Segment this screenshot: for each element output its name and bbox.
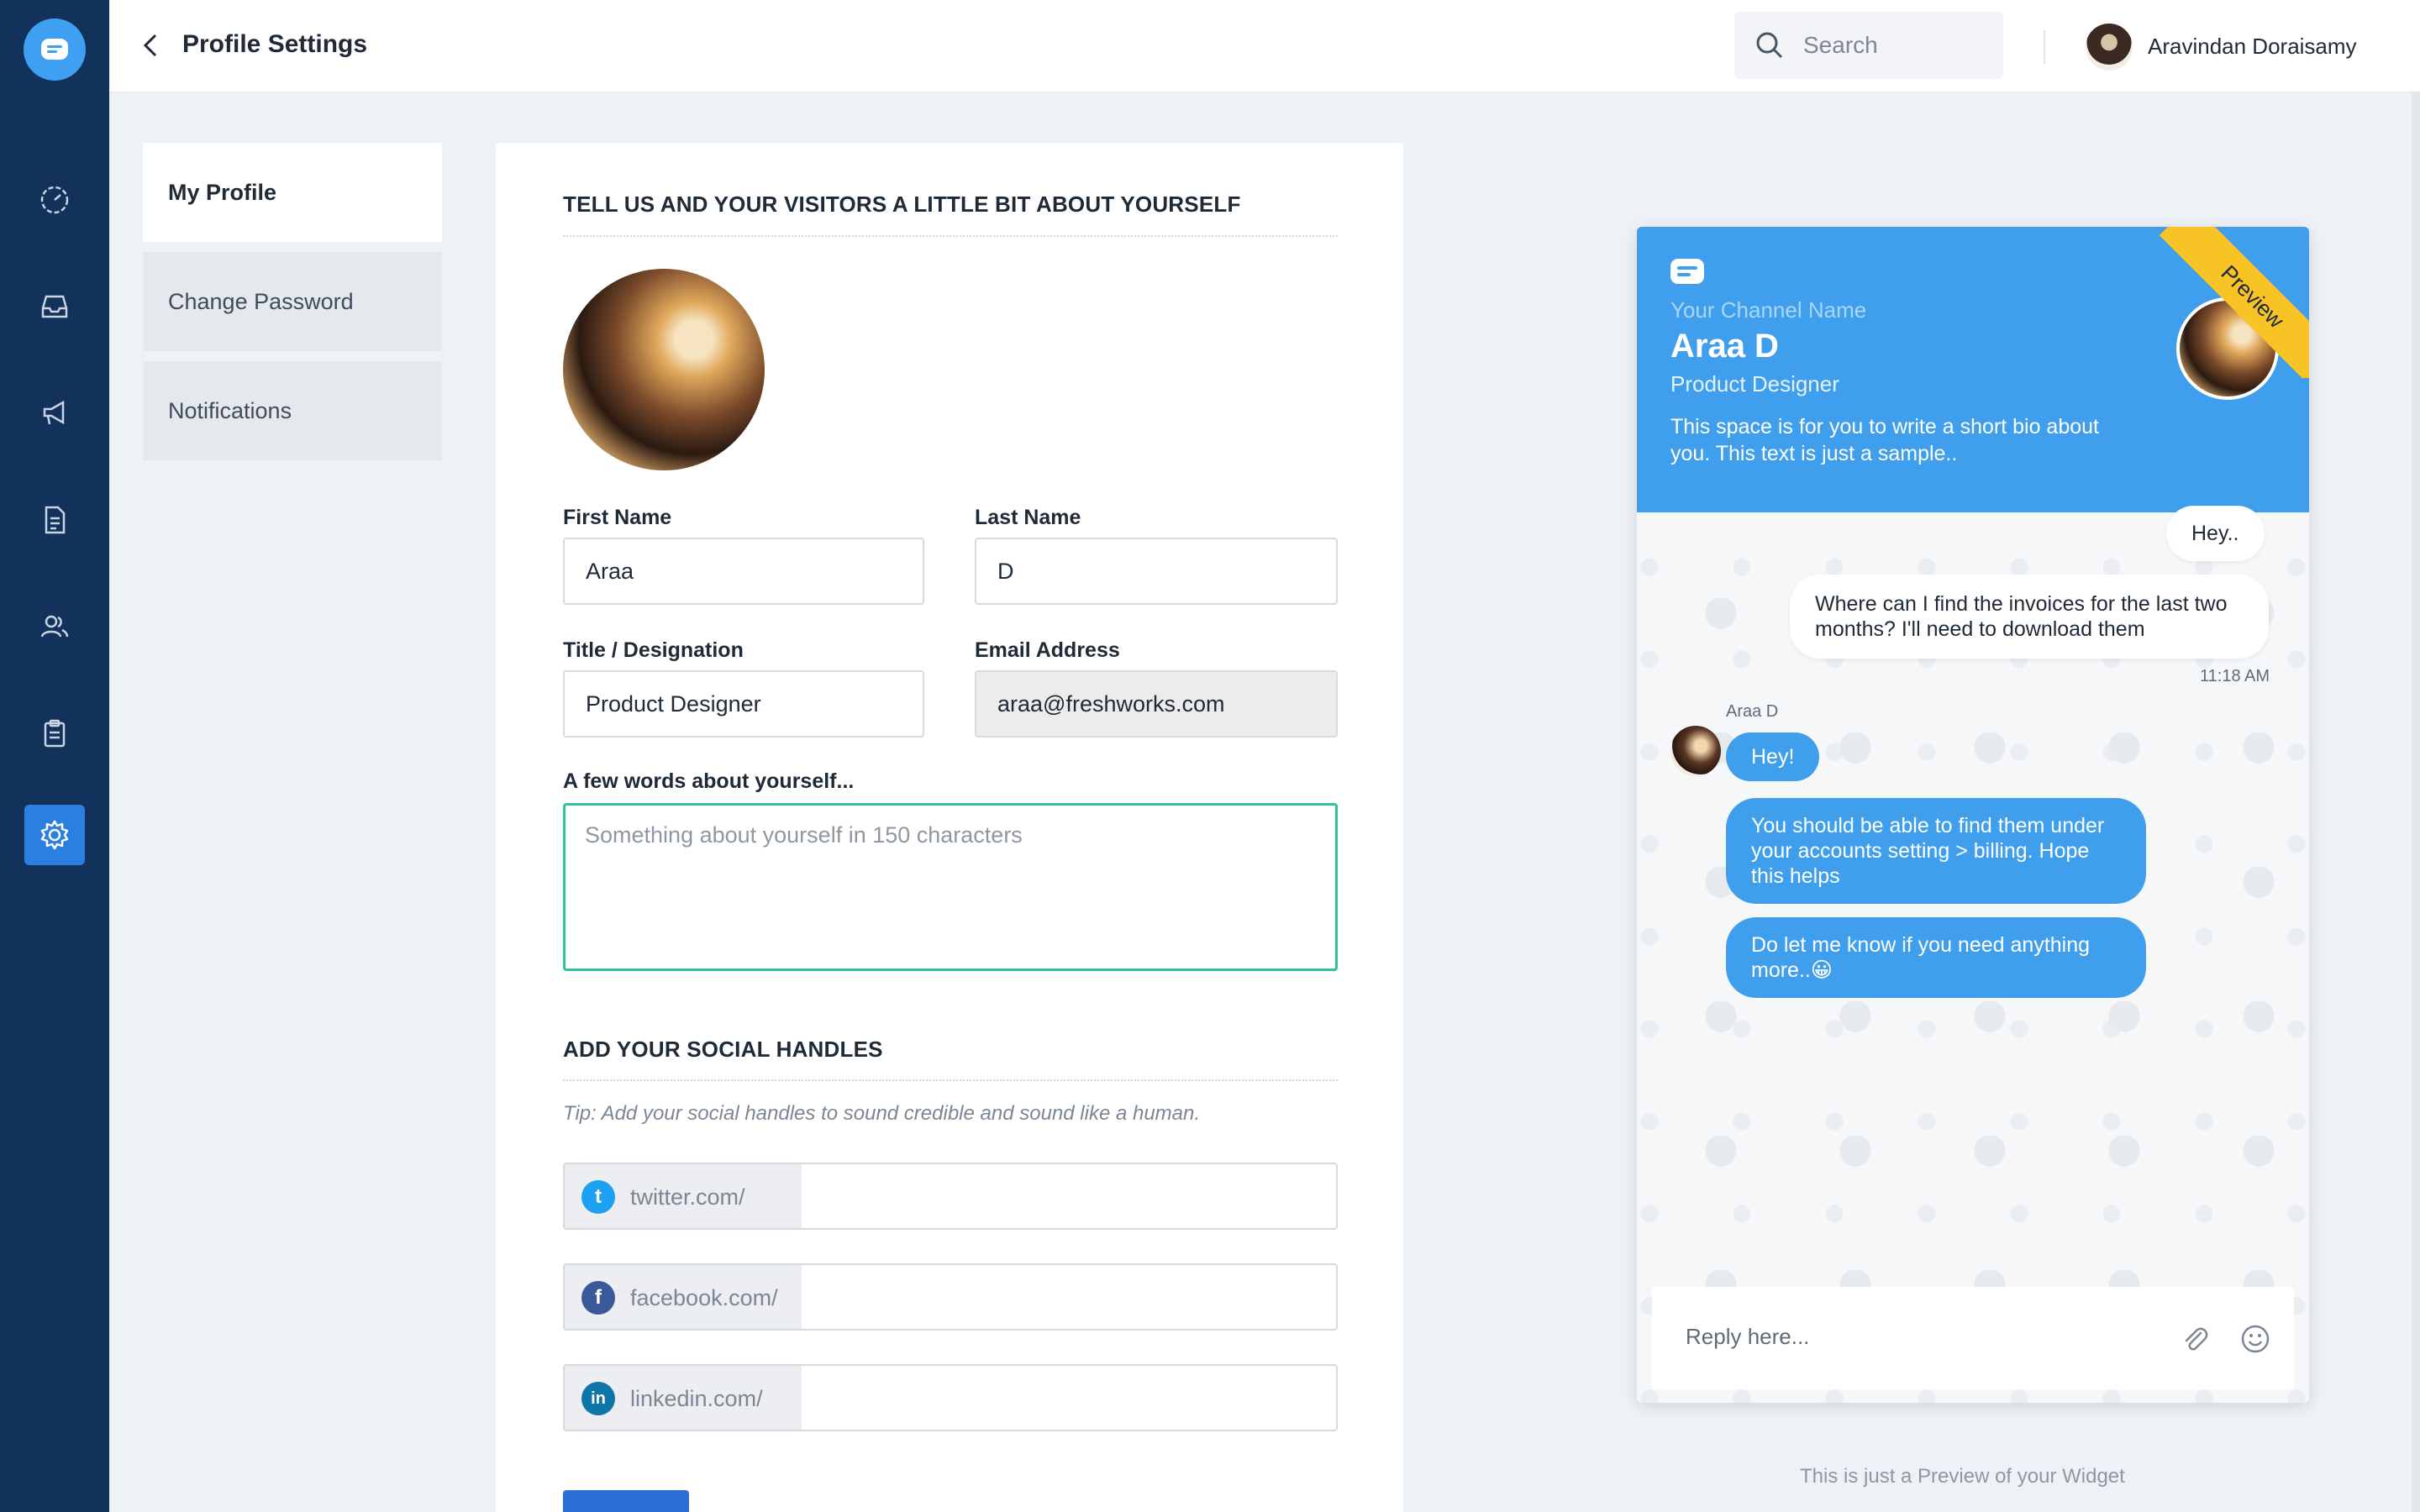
linkedin-icon: in bbox=[581, 1382, 615, 1415]
reply-placeholder: Reply here... bbox=[1686, 1324, 1810, 1349]
widget-header: Your Channel Name Araa D Product Designe… bbox=[1637, 227, 2309, 512]
last-name-field[interactable]: D bbox=[975, 538, 1338, 605]
left-nav bbox=[0, 0, 109, 1512]
document-icon[interactable] bbox=[24, 490, 85, 550]
agent-message: Hey! bbox=[1726, 732, 1820, 781]
agent-bio: This space is for you to write a short b… bbox=[1670, 415, 2099, 465]
save-button[interactable] bbox=[563, 1490, 689, 1512]
paperclip-icon[interactable] bbox=[2178, 1322, 2212, 1356]
inbox-icon[interactable] bbox=[24, 276, 85, 337]
agent-message: Do let me know if you need anything more… bbox=[1726, 917, 2146, 998]
agent-label: Araa D bbox=[1726, 702, 1779, 721]
search-input[interactable]: Search bbox=[1734, 12, 2003, 79]
gear-icon[interactable] bbox=[24, 805, 85, 865]
agent-message: You should be able to find them under yo… bbox=[1726, 798, 2146, 904]
title-field[interactable]: Product Designer bbox=[563, 670, 924, 738]
user-message: Where can I find the invoices for the la… bbox=[1790, 575, 2269, 659]
reply-input[interactable]: Reply here... bbox=[1652, 1287, 2294, 1389]
contacts-icon[interactable] bbox=[24, 596, 85, 657]
about-label: A few words about yourself... bbox=[563, 769, 855, 793]
scrollbar[interactable] bbox=[2412, 92, 2420, 1512]
about-section-title: TELL US AND YOUR VISITORS A LITTLE BIT A… bbox=[563, 192, 1241, 217]
agent-chat-avatar bbox=[1670, 726, 1721, 776]
email-field: araa@freshworks.com bbox=[975, 670, 1338, 738]
first-name-field[interactable]: Araa bbox=[563, 538, 924, 605]
page-title: Profile Settings bbox=[182, 30, 368, 58]
linkedin-handle-field[interactable]: in linkedin.com/ bbox=[563, 1364, 1338, 1431]
clipboard-icon[interactable] bbox=[24, 703, 85, 764]
section-divider bbox=[563, 235, 1338, 237]
last-name-label: Last Name bbox=[975, 506, 1081, 529]
title-label: Title / Designation bbox=[563, 638, 744, 662]
emoji-icon[interactable] bbox=[2238, 1322, 2272, 1356]
header-divider bbox=[2044, 30, 2045, 64]
facebook-prefix: facebook.com/ bbox=[630, 1284, 778, 1310]
preview-ribbon: Preview bbox=[2158, 227, 2309, 378]
channel-name: Your Channel Name bbox=[1670, 297, 1867, 323]
megaphone-icon[interactable] bbox=[24, 383, 85, 444]
profile-photo[interactable] bbox=[563, 269, 765, 470]
facebook-handle-field[interactable]: f facebook.com/ bbox=[563, 1263, 1338, 1331]
user-avatar[interactable] bbox=[2086, 24, 2133, 71]
submenu-item-my-profile[interactable]: My Profile bbox=[143, 143, 442, 242]
back-arrow-icon[interactable] bbox=[134, 29, 168, 62]
preview-ribbon-label: Preview bbox=[2216, 260, 2290, 333]
widget-preview: Your Channel Name Araa D Product Designe… bbox=[1637, 227, 2309, 1403]
social-tip: Tip: Add your social handles to sound cr… bbox=[563, 1102, 1201, 1125]
twitter-handle-field[interactable]: t twitter.com/ bbox=[563, 1163, 1338, 1230]
profile-form-card: TELL US AND YOUR VISITORS A LITTLE BIT A… bbox=[496, 143, 1403, 1512]
facebook-icon: f bbox=[581, 1281, 615, 1315]
user-name[interactable]: Aravindan Doraisamy bbox=[2148, 34, 2357, 60]
social-section-title: ADD YOUR SOCIAL HANDLES bbox=[563, 1037, 883, 1062]
chat-area: Hey.. Where can I find the invoices for … bbox=[1637, 506, 2309, 1403]
twitter-icon: t bbox=[581, 1180, 615, 1214]
message-timestamp: 11:18 AM bbox=[2200, 667, 2270, 685]
submenu-item-notifications[interactable]: Notifications bbox=[143, 361, 442, 460]
submenu-item-change-password[interactable]: Change Password bbox=[143, 252, 442, 351]
app-logo-icon[interactable] bbox=[24, 18, 86, 81]
first-name-label: First Name bbox=[563, 506, 672, 529]
agent-name: Araa D bbox=[1670, 328, 1779, 365]
preview-note: This is just a Preview of your Widget bbox=[1800, 1465, 2125, 1488]
dashboard-icon[interactable] bbox=[24, 170, 85, 230]
agent-role: Product Designer bbox=[1670, 371, 1839, 396]
linkedin-prefix: linkedin.com/ bbox=[630, 1385, 763, 1411]
top-bar: Profile Settings Search Aravindan Dorais… bbox=[109, 0, 2420, 92]
search-placeholder: Search bbox=[1803, 32, 1878, 58]
email-label: Email Address bbox=[975, 638, 1120, 662]
search-icon bbox=[1756, 32, 1783, 59]
section-divider bbox=[563, 1079, 1338, 1081]
twitter-prefix: twitter.com/ bbox=[630, 1184, 745, 1210]
chat-logo-icon bbox=[1670, 259, 1704, 284]
user-message: Hey.. bbox=[2166, 506, 2265, 561]
about-textarea[interactable]: Something about yourself in 150 characte… bbox=[563, 803, 1338, 971]
settings-submenu: My Profile Change Password Notifications bbox=[143, 143, 442, 470]
